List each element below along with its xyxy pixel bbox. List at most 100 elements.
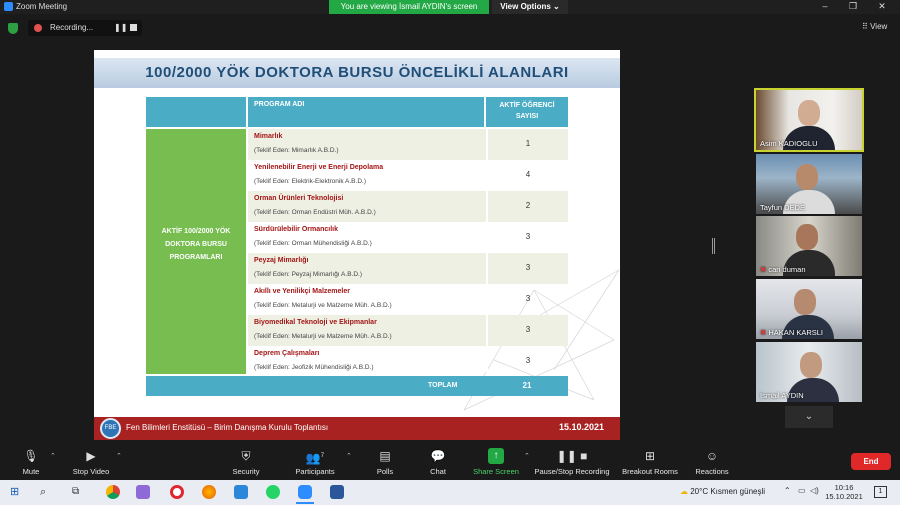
participant-name: ✖ cari duman — [760, 265, 806, 274]
media-app-icon[interactable] — [136, 485, 150, 499]
windows-taskbar: ⊞ ⌕ ⧉ ☁ 20°C Kısmen güneşli ⌃ ▭ ◁) 10:16… — [0, 480, 900, 505]
audio-options-caret[interactable]: ⌃ — [50, 452, 56, 460]
firefox-icon[interactable] — [202, 485, 216, 499]
slide-footer: FBE Fen Bilimleri Enstitüsü – Birim Danı… — [94, 417, 620, 440]
pause-stop-recording-button[interactable]: ❚❚ ■ Pause/Stop Recording — [532, 448, 612, 476]
participants-button[interactable]: 👥7 Participants — [292, 448, 338, 476]
weather-text: 20°C Kısmen güneşli — [690, 487, 766, 496]
search-icon[interactable]: ⌕ — [40, 485, 54, 499]
polls-icon: ▤ — [379, 449, 391, 463]
mute-label: Mute — [22, 467, 40, 476]
scroll-down-button[interactable]: ⌄ — [785, 406, 833, 428]
slide-title: 100/2000 YÖK DOKTORA BURSU ÖNCELİKLİ ALA… — [94, 58, 620, 88]
header-program: PROGRAM ADI — [248, 97, 484, 127]
participants-icon: 👥7 — [305, 451, 325, 465]
notification-center-icon[interactable]: 1 — [874, 486, 887, 498]
active-app-indicator — [296, 502, 314, 504]
student-count: 3 — [525, 356, 531, 365]
view-options-button[interactable]: View Options ⌄ — [492, 0, 568, 14]
share-options-caret[interactable]: ⌃ — [524, 452, 530, 460]
student-count: 3 — [525, 232, 531, 241]
participant-tile[interactable]: ✖ HAKAN KARSLI — [756, 279, 862, 339]
program-name: Biyomedikal Teknoloji ve Ekipmanlar — [254, 319, 377, 326]
minimize-icon[interactable]: – — [818, 1, 832, 11]
program-name: Sürdürülebilir Ormancılık — [254, 226, 339, 233]
reactions-label: Reactions — [695, 467, 729, 476]
chrome-icon[interactable] — [106, 485, 120, 499]
stop-video-label: Stop Video — [72, 467, 110, 476]
share-screen-button[interactable]: ↑ Share Screen — [470, 448, 522, 476]
end-meeting-button[interactable]: End — [851, 453, 891, 470]
video-options-caret[interactable]: ⌃ — [116, 452, 122, 460]
participant-name: ✖ HAKAN KARSLI — [760, 328, 823, 337]
student-count: 3 — [525, 325, 531, 334]
close-icon[interactable]: ✕ — [875, 1, 889, 12]
zoom-logo-icon — [4, 2, 13, 11]
total-row: TOPLAM 21 — [146, 376, 568, 396]
student-count: 3 — [525, 294, 531, 303]
restore-icon[interactable]: ❐ — [846, 1, 860, 12]
table-row: Akıllı ve Yenilikçi Malzemeler (Teklif E… — [248, 284, 568, 315]
program-name: Orman Ürünleri Teknolojisi — [254, 195, 344, 202]
student-count: 4 — [525, 170, 531, 179]
pause-recording-label: Pause/Stop Recording — [534, 467, 610, 476]
tray-chevron-icon[interactable]: ⌃ — [784, 486, 791, 495]
chat-label: Chat — [430, 467, 446, 476]
remote-desktop-icon[interactable] — [234, 485, 248, 499]
muted-mic-icon: ✖ — [760, 328, 767, 337]
institute-logo-icon: FBE — [100, 418, 121, 439]
polls-button[interactable]: ▤ Polls — [370, 448, 400, 476]
word-icon[interactable] — [330, 485, 344, 499]
total-label: TOPLAM — [428, 382, 458, 389]
reactions-button[interactable]: ☺ Reactions — [692, 448, 732, 476]
panel-resize-handle[interactable] — [712, 238, 715, 254]
chat-button[interactable]: 💬 Chat — [424, 448, 452, 476]
encryption-shield-icon[interactable] — [8, 23, 18, 34]
table-row: Sürdürülebilir Ormancılık (Teklif Eden: … — [248, 222, 568, 253]
participants-label: Participants — [295, 467, 335, 476]
taskbar-clock[interactable]: 10:16 15.10.2021 — [822, 483, 866, 501]
table-header-blank — [146, 97, 246, 127]
participant-name: Asim KADIOGLU — [760, 139, 818, 148]
participants-options-caret[interactable]: ⌃ — [346, 452, 352, 460]
breakout-rooms-icon: ⊞ — [644, 449, 656, 463]
shared-screen-slide: 100/2000 YÖK DOKTORA BURSU ÖNCELİKLİ ALA… — [94, 50, 620, 440]
participant-tile[interactable]: Asim KADIOGLU — [754, 88, 864, 152]
windows-start-icon[interactable]: ⊞ — [10, 485, 24, 499]
breakout-rooms-button[interactable]: ⊞ Breakout Rooms — [620, 448, 680, 476]
program-proposer: (Teklif Eden: Metalurji ve Malzeme Müh. … — [254, 302, 392, 309]
stop-recording-icon[interactable] — [130, 24, 137, 31]
video-camera-icon: ▶ — [86, 449, 96, 463]
program-proposer: (Teklif Eden: Mimarlık A.B.D.) — [254, 147, 339, 154]
whatsapp-icon[interactable] — [266, 485, 280, 499]
muted-mic-icon: ✖ — [760, 265, 767, 274]
meeting-toolbar: 🎙 Mute ⌃ ▶ Stop Video ⌃ ⛨ Security 👥7 Partic… — [0, 446, 900, 480]
participant-name: İsmail AYDIN — [760, 391, 804, 400]
zoom-taskbar-icon[interactable] — [298, 485, 312, 499]
chat-icon: 💬 — [430, 449, 446, 463]
clock-time: 10:16 — [834, 483, 854, 492]
participant-tile[interactable]: ✖ cari duman — [756, 216, 862, 276]
table-row: Peyzaj Mimarlığı (Teklif Eden: Peyzaj Mi… — [248, 253, 568, 284]
task-view-icon[interactable]: ⧉ — [72, 485, 86, 499]
program-proposer: (Teklif Eden: Elektrik-Elektronik A.B.D.… — [254, 178, 366, 185]
student-count: 3 — [525, 263, 531, 272]
microphone-icon: 🎙 — [23, 449, 39, 463]
network-icon[interactable]: ▭ — [798, 486, 806, 495]
weather-icon: ☁ — [680, 487, 688, 496]
security-button[interactable]: ⛨ Security — [226, 448, 266, 476]
table-row: Yenilenebilir Enerji ve Enerji Depolama … — [248, 160, 568, 191]
student-count: 2 — [525, 201, 531, 210]
weather-widget[interactable]: ☁ 20°C Kısmen güneşli — [680, 487, 765, 496]
participant-tile[interactable]: İsmail AYDIN — [756, 342, 862, 402]
opera-icon[interactable] — [170, 485, 184, 499]
pause-recording-icon[interactable]: ❚❚ — [114, 23, 127, 32]
participant-name-text: HAKAN KARSLI — [768, 328, 823, 337]
pause-stop-icon: ❚❚ ■ — [556, 449, 588, 463]
mute-button[interactable]: 🎙 Mute — [14, 448, 48, 476]
volume-icon[interactable]: ◁) — [810, 486, 819, 495]
view-layout-button[interactable]: ⠿ View — [862, 22, 887, 31]
program-name: Deprem Çalışmaları — [254, 350, 320, 357]
participant-tile[interactable]: Tayfun DEDE — [756, 154, 862, 214]
stop-video-button[interactable]: ▶ Stop Video — [66, 448, 116, 476]
